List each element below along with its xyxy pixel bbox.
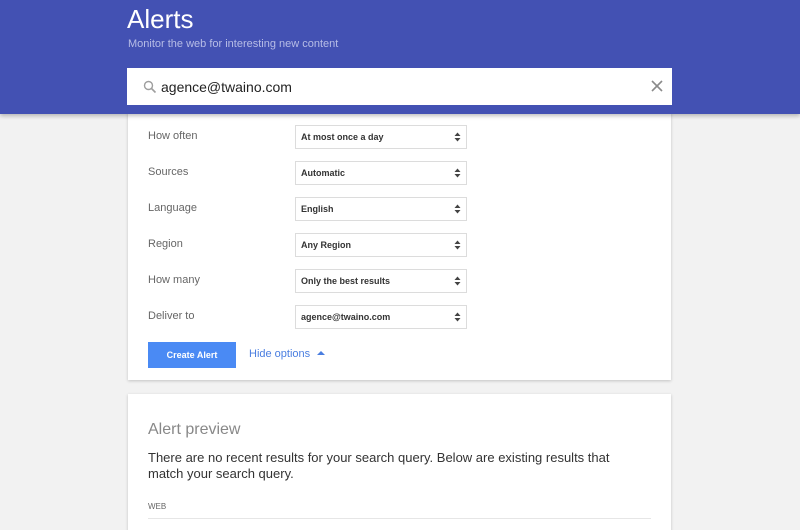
select-arrows-icon: [454, 204, 461, 214]
option-row-how-often: How often At most once a day: [148, 125, 468, 149]
option-label: How often: [148, 130, 198, 142]
select-arrows-icon: [454, 168, 461, 178]
how-many-select[interactable]: Only the best results: [295, 269, 467, 293]
option-label: Deliver to: [148, 310, 195, 322]
option-label: Sources: [148, 166, 189, 178]
option-row-deliver-to: Deliver to agence@twaino.com: [148, 305, 468, 329]
search-icon: [143, 80, 157, 94]
header: Alerts Monitor the web for interesting n…: [0, 0, 800, 114]
preview-message: There are no recent results for your sea…: [148, 450, 610, 481]
select-arrows-icon: [454, 312, 461, 322]
select-value: At most once a day: [301, 132, 384, 142]
language-select[interactable]: English: [295, 197, 467, 221]
option-row-region: Region Any Region: [148, 233, 468, 257]
select-value: Only the best results: [301, 276, 391, 286]
how-often-select[interactable]: At most once a day: [295, 125, 467, 149]
select-arrows-icon: [454, 132, 461, 142]
search-input[interactable]: [161, 68, 631, 105]
alert-preview-card: Alert preview There are no recent result…: [128, 394, 671, 530]
option-label: Region: [148, 238, 183, 250]
search-box[interactable]: [127, 68, 672, 105]
create-alert-button[interactable]: Create Alert: [148, 342, 236, 368]
option-label: How many: [148, 274, 200, 286]
region-select[interactable]: Any Region: [295, 233, 467, 257]
alert-options-card: How often At most once a day Sources Aut…: [128, 112, 671, 380]
caret-up-icon: [317, 351, 326, 355]
select-value: agence@twaino.com: [301, 312, 391, 322]
hide-options-link[interactable]: Hide options: [249, 348, 326, 360]
page-title: Alerts: [127, 4, 194, 34]
section-label-web: WEB: [148, 502, 167, 511]
option-row-how-many: How many Only the best results: [148, 269, 468, 293]
divider: [148, 518, 651, 519]
hide-options-label: Hide options: [249, 348, 311, 360]
select-arrows-icon: [454, 240, 461, 250]
select-value: Any Region: [301, 240, 352, 250]
close-icon[interactable]: [650, 79, 664, 93]
sources-select[interactable]: Automatic: [295, 161, 467, 185]
select-arrows-icon: [454, 276, 461, 286]
select-value: Automatic: [301, 168, 346, 178]
select-value: English: [301, 204, 334, 214]
option-label: Language: [148, 202, 197, 214]
preview-title: Alert preview: [148, 421, 241, 438]
deliver-to-select[interactable]: agence@twaino.com: [295, 305, 467, 329]
option-row-sources: Sources Automatic: [148, 161, 468, 185]
page-subtitle: Monitor the web for interesting new cont…: [128, 38, 339, 50]
option-row-language: Language English: [148, 197, 468, 221]
